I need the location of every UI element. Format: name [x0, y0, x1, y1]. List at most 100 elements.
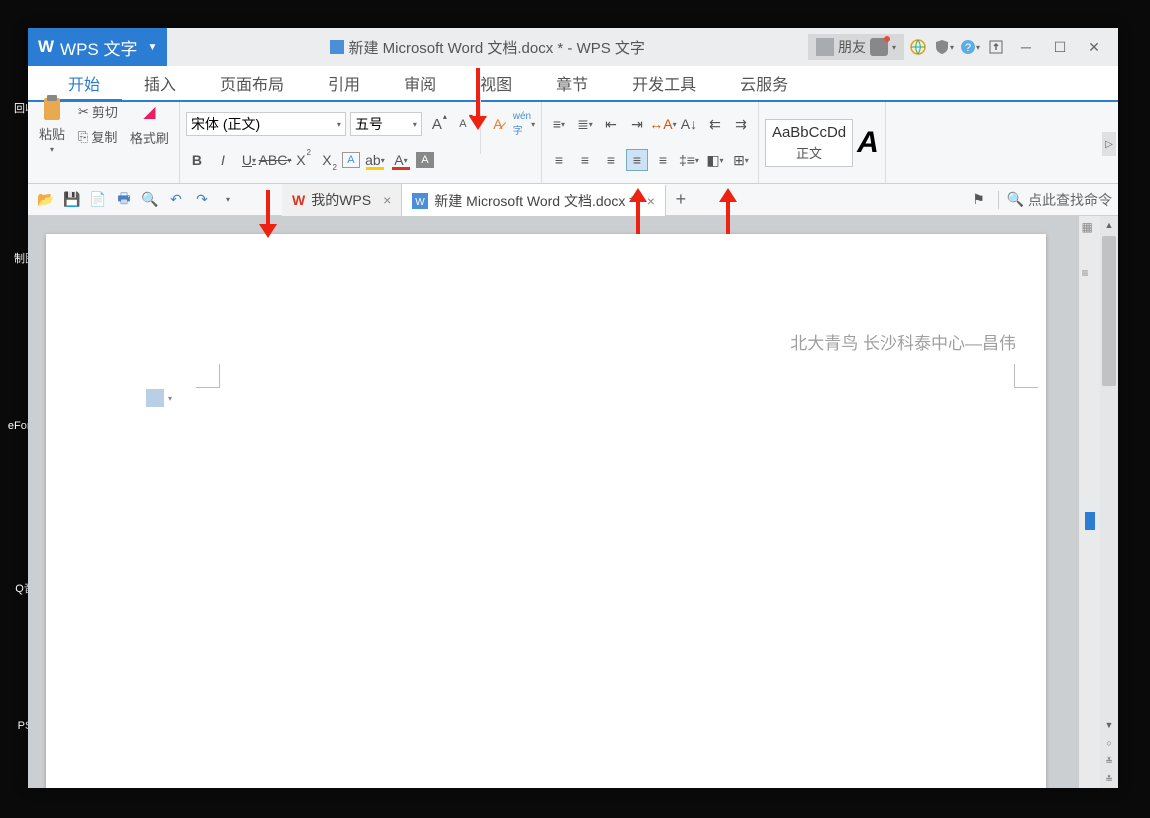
- numbering-button[interactable]: ≣▾: [574, 113, 596, 135]
- tab-layout[interactable]: 页面布局: [198, 66, 306, 100]
- chevron-down-icon: ▾: [892, 43, 896, 52]
- tab-view[interactable]: 视图: [458, 66, 534, 100]
- scroll-up-button[interactable]: ▲: [1100, 216, 1118, 234]
- page-header-text: 北大青鸟 长沙科泰中心—昌伟: [790, 329, 1016, 354]
- print-button[interactable]: 🖶: [112, 188, 136, 212]
- prev-page-button[interactable]: ≚: [1100, 752, 1118, 770]
- scroll-down-button[interactable]: ▼: [1100, 716, 1118, 734]
- properties-icon[interactable]: ▦: [1082, 220, 1098, 236]
- style-heading-partial[interactable]: A: [857, 126, 879, 160]
- char-shading-button[interactable]: A: [416, 152, 434, 168]
- notification-icon[interactable]: [870, 38, 888, 56]
- char-border-button[interactable]: A: [342, 152, 360, 168]
- justify-button[interactable]: ≡: [626, 149, 648, 171]
- page-nav-button[interactable]: ○: [1100, 734, 1118, 752]
- document-page[interactable]: 北大青鸟 长沙科泰中心—昌伟 ▾: [46, 234, 1046, 788]
- redo-button[interactable]: ↷: [190, 188, 214, 212]
- tab-developer[interactable]: 开发工具: [610, 66, 718, 100]
- search-icon: 🔍: [1007, 191, 1024, 208]
- line-spacing-button[interactable]: ‡≡▾: [678, 149, 700, 171]
- close-button[interactable]: ✕: [1078, 35, 1110, 59]
- app-badge-label: WPS 文字: [60, 35, 137, 60]
- font-name-select[interactable]: 宋体 (正文)▾: [186, 112, 346, 136]
- help-icon[interactable]: ?▾: [958, 35, 982, 59]
- copy-button[interactable]: ⎘复制: [74, 125, 122, 148]
- title-document-name: 新建 Microsoft Word 文档.docx * - WPS 文字: [348, 37, 644, 58]
- shrink-font-button[interactable]: A▾: [452, 113, 474, 135]
- minimize-button[interactable]: ─: [1010, 35, 1042, 59]
- decrease-indent-button[interactable]: ⇤: [600, 113, 622, 135]
- chevron-down-icon: ▾: [413, 120, 417, 129]
- paste-options-icon[interactable]: [146, 389, 164, 407]
- italic-button[interactable]: I: [212, 149, 234, 171]
- export-pdf-button[interactable]: 📄: [86, 188, 110, 212]
- eraser-button[interactable]: ◢: [126, 100, 173, 124]
- scissors-icon: ✂: [78, 104, 89, 120]
- browser-icon[interactable]: [906, 35, 930, 59]
- save-button[interactable]: 💾: [60, 188, 84, 212]
- shield-icon[interactable]: ▾: [932, 35, 956, 59]
- cut-button[interactable]: ✂剪切: [74, 100, 122, 123]
- chevron-down-icon: ▼: [148, 42, 158, 53]
- outdent-indent-left-button[interactable]: ⇇: [704, 113, 726, 135]
- chevron-down-icon[interactable]: ▾: [168, 394, 172, 403]
- paste-button[interactable]: 粘贴 ▾: [34, 88, 70, 160]
- qat-more-button[interactable]: ▾: [216, 188, 240, 212]
- tab-section[interactable]: 章节: [534, 66, 610, 100]
- bullets-button[interactable]: ≡▾: [548, 113, 570, 135]
- wps-tab-icon: W: [292, 192, 305, 208]
- align-right-button[interactable]: ≡: [600, 149, 622, 171]
- scroll-thumb[interactable]: [1102, 236, 1116, 386]
- format-painter-button[interactable]: 格式刷: [126, 126, 173, 149]
- clear-format-button[interactable]: A̷: [487, 113, 509, 135]
- char-scale-button[interactable]: ↔A▾: [652, 113, 674, 135]
- tab-review[interactable]: 审阅: [382, 66, 458, 100]
- strikethrough-button[interactable]: ABC▾: [264, 149, 286, 171]
- subscript-button[interactable]: X2: [316, 149, 338, 171]
- open-button[interactable]: 📂: [34, 188, 58, 212]
- new-tab-button[interactable]: +: [666, 184, 696, 216]
- user-account[interactable]: 朋友 ▾: [808, 34, 904, 60]
- shading-button[interactable]: ◧▾: [704, 149, 726, 171]
- print-preview-button[interactable]: 🔍: [138, 188, 162, 212]
- qat-right: ⚑ 🔍 点此查找命令: [968, 189, 1112, 211]
- side-flag-button[interactable]: [1085, 512, 1095, 530]
- tab-cloud[interactable]: 云服务: [718, 66, 810, 100]
- svg-text:W: W: [416, 197, 426, 208]
- undo-button[interactable]: ↶: [164, 188, 188, 212]
- doc-tab-current[interactable]: W 新建 Microsoft Word 文档.docx * ×: [402, 184, 666, 216]
- tab-insert[interactable]: 插入: [122, 66, 198, 100]
- app-badge[interactable]: W WPS 文字 ▼: [28, 28, 167, 66]
- margin-corner: [1014, 364, 1038, 388]
- bold-button[interactable]: B: [186, 149, 208, 171]
- superscript-button[interactable]: X2: [290, 149, 312, 171]
- highlight-button[interactable]: ab▾: [364, 149, 386, 171]
- flag-icon[interactable]: ⚑: [968, 189, 990, 211]
- document-icon: [330, 40, 344, 54]
- upload-icon[interactable]: [984, 35, 1008, 59]
- font-size-select[interactable]: 五号▾: [350, 112, 422, 136]
- panel-menu-icon[interactable]: ≡: [1082, 266, 1098, 282]
- vertical-scrollbar[interactable]: ▲ ▼ ○ ≚ ≛: [1100, 216, 1118, 788]
- sort-button[interactable]: A↓: [678, 113, 700, 135]
- grow-font-button[interactable]: A▴: [426, 113, 448, 135]
- font-color-button[interactable]: A▾: [390, 149, 412, 171]
- doc-tab-mywps[interactable]: W 我的WPS ×: [282, 184, 402, 216]
- phonetic-guide-button[interactable]: wén字▾: [513, 113, 535, 135]
- align-left-button[interactable]: ≡: [548, 149, 570, 171]
- distribute-button[interactable]: ≡: [652, 149, 674, 171]
- style-name: 正文: [772, 143, 846, 162]
- close-tab-icon[interactable]: ×: [383, 192, 391, 208]
- expand-ribbon-button[interactable]: ▷: [1102, 132, 1116, 156]
- close-tab-icon[interactable]: ×: [647, 193, 655, 209]
- style-normal[interactable]: AaBbCcDd 正文: [765, 119, 853, 167]
- next-page-button[interactable]: ≛: [1100, 770, 1118, 788]
- increase-indent-button[interactable]: ⇥: [626, 113, 648, 135]
- underline-button[interactable]: U▾: [238, 149, 260, 171]
- outdent-indent-right-button[interactable]: ⇉: [730, 113, 752, 135]
- tab-references[interactable]: 引用: [306, 66, 382, 100]
- search-command-input[interactable]: 🔍 点此查找命令: [1007, 190, 1112, 210]
- borders-button[interactable]: ⊞▾: [730, 149, 752, 171]
- maximize-button[interactable]: ☐: [1044, 35, 1076, 59]
- align-center-button[interactable]: ≡: [574, 149, 596, 171]
